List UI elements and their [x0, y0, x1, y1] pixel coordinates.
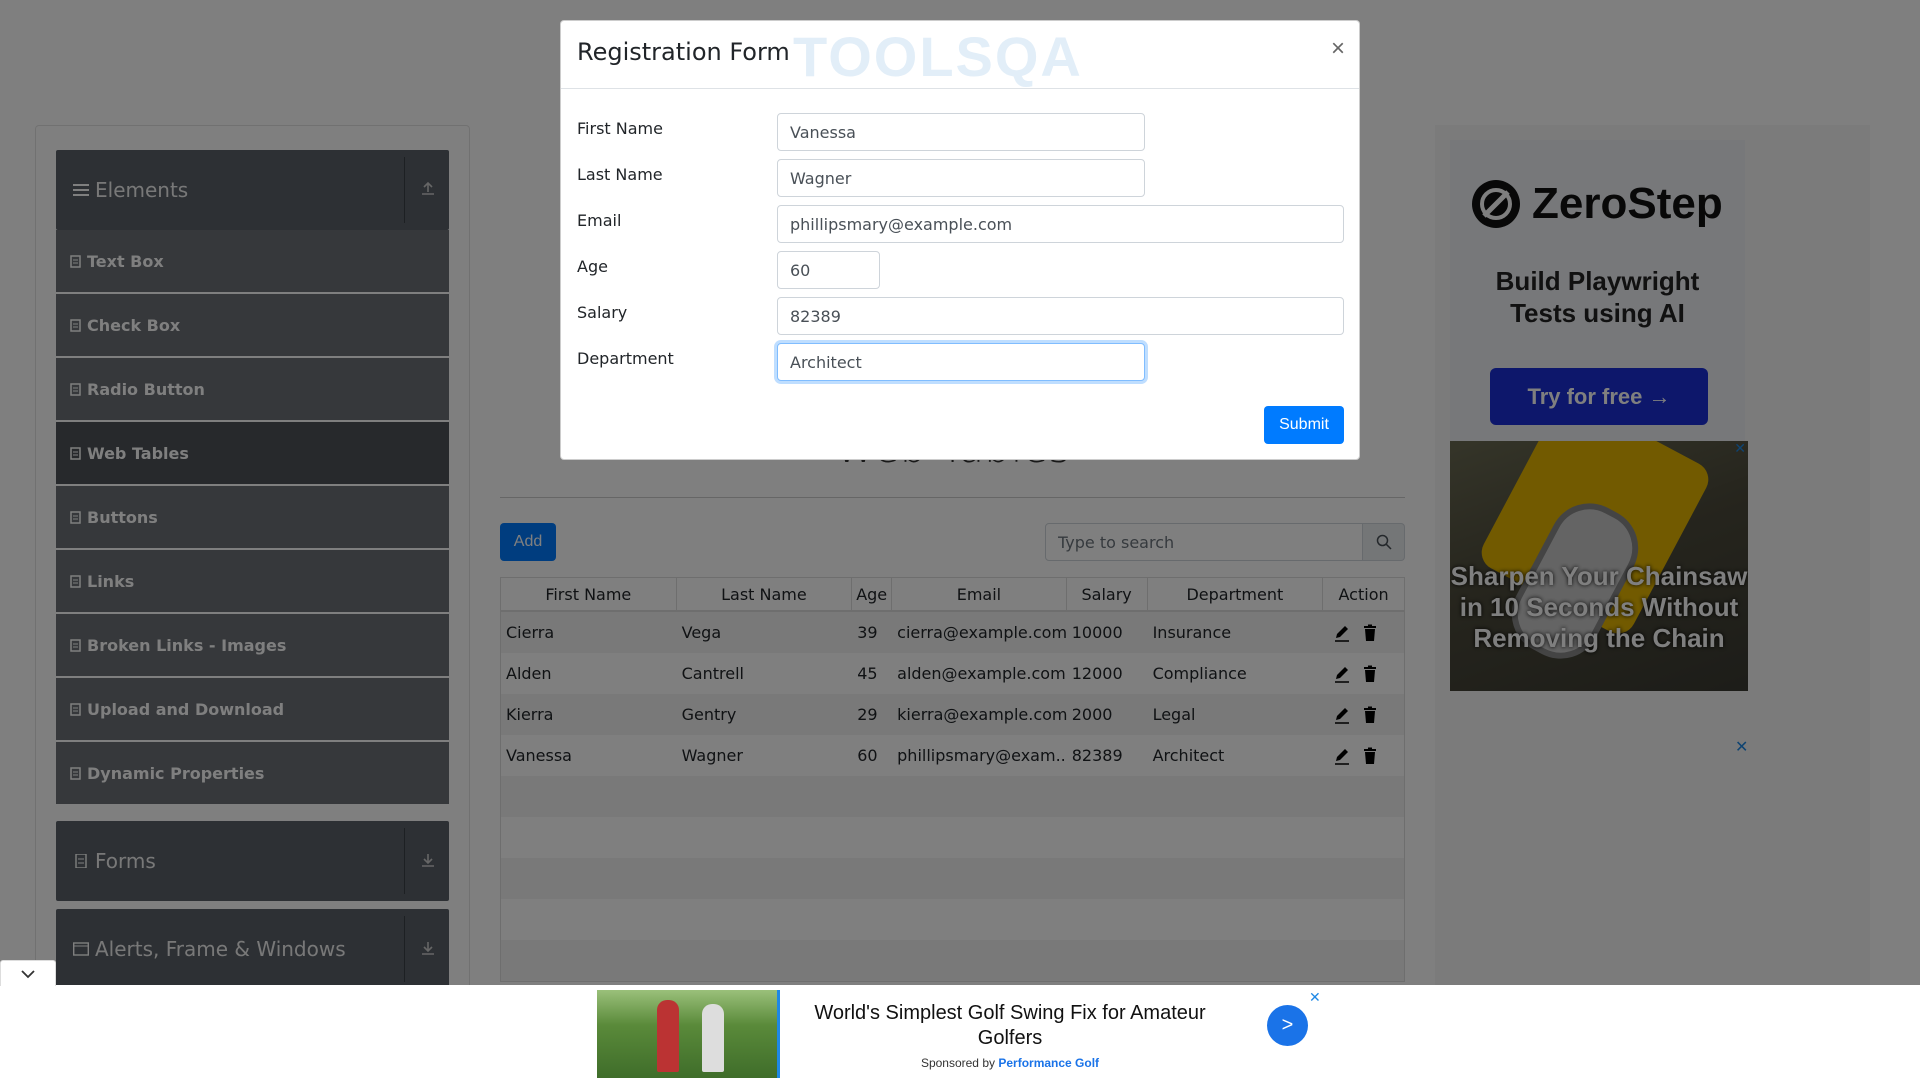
submit-button[interactable]: Submit — [1264, 406, 1344, 444]
department-field[interactable] — [777, 343, 1145, 381]
email-field[interactable] — [777, 205, 1344, 243]
divider — [777, 990, 780, 1078]
form-row-department: Department — [577, 343, 1145, 381]
form-row-first-name: First Name — [577, 113, 1145, 151]
form-row-salary: Salary — [577, 297, 1344, 335]
first-name-label: First Name — [577, 119, 663, 138]
salary-label: Salary — [577, 303, 628, 322]
registration-modal: TOOLSQA Registration Form × First Name L… — [560, 20, 1360, 460]
sponsored-by-label: Sponsored by — [920, 1056, 995, 1070]
close-button[interactable]: × — [1331, 37, 1345, 61]
ad-close-icon[interactable]: ✕ — [1309, 990, 1321, 1006]
form-row-age: Age — [577, 251, 880, 289]
golf-ad-sponsor: Sponsored by Performance Golf — [800, 1056, 1220, 1070]
bottom-ad-bar: World's Simplest Golf Swing Fix for Amat… — [0, 960, 1920, 1080]
department-label: Department — [577, 349, 674, 368]
golf-ad-headline[interactable]: World's Simplest Golf Swing Fix for Amat… — [800, 1001, 1220, 1051]
chevron-down-icon — [21, 969, 35, 978]
modal-header: TOOLSQA Registration Form × — [561, 21, 1359, 89]
golfer-figure — [702, 1004, 724, 1072]
age-label: Age — [577, 257, 608, 276]
last-name-label: Last Name — [577, 165, 663, 184]
sponsor-link[interactable]: Performance Golf — [998, 1056, 1099, 1070]
modal-title: Registration Form — [577, 38, 790, 66]
toolsqa-logo: TOOLSQA — [793, 21, 1083, 91]
age-field[interactable] — [777, 251, 880, 289]
form-row-last-name: Last Name — [577, 159, 1145, 197]
toolsqa-logo-text: TOOLSQA — [793, 24, 1083, 88]
form-row-email: Email — [577, 205, 1344, 243]
golf-ad-image[interactable] — [597, 990, 780, 1078]
ad-go-button[interactable]: > — [1267, 1005, 1308, 1046]
salary-field[interactable] — [777, 297, 1344, 335]
collapse-ad-button[interactable] — [0, 960, 56, 986]
email-label: Email — [577, 211, 622, 230]
first-name-field[interactable] — [777, 113, 1145, 151]
golfer-figure — [657, 1000, 679, 1072]
last-name-field[interactable] — [777, 159, 1145, 197]
